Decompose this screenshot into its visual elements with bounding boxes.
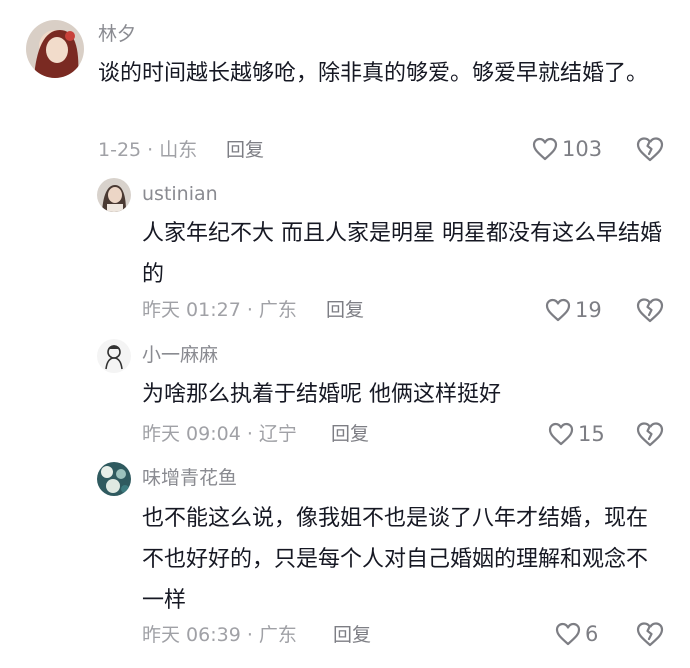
- reply-button[interactable]: 回复: [226, 138, 264, 162]
- like-button[interactable]: 103: [532, 137, 602, 161]
- dislike-button[interactable]: [636, 136, 664, 162]
- dislike-button[interactable]: [636, 621, 664, 647]
- reply-text: 为啥那么执着于结婚呢 他俩这样挺好: [142, 382, 501, 407]
- heart-outline-icon: [548, 422, 574, 446]
- heart-outline-icon: [532, 137, 558, 161]
- reply-text: 人家年纪不大 而且人家是明星 明星都没有这么早结婚的: [142, 221, 662, 287]
- broken-heart-icon: [636, 422, 664, 447]
- like-button[interactable]: 15: [548, 422, 605, 446]
- avatar-photo-red-hair-icon: [26, 20, 84, 78]
- heart-outline-icon: [555, 622, 581, 646]
- reply-date-location: 昨天 09:04 · 辽宁: [142, 423, 297, 445]
- avatar-photo-girl-icon: [97, 178, 131, 212]
- comment-username[interactable]: 林夕: [98, 23, 136, 45]
- reply-button[interactable]: 回复: [326, 298, 364, 322]
- avatar-teal-pattern-icon: [97, 462, 131, 496]
- reply-date-location: 昨天 01:27 · 广东: [142, 299, 297, 321]
- avatar-sketch-icon: [97, 339, 131, 373]
- like-count: 103: [562, 137, 603, 161]
- heart-outline-icon: [545, 298, 571, 322]
- reply-text: 也不能这么说，像我姐不也是谈了八年才结婚，现在不也好好的，只是每个人对自己婚姻的…: [142, 506, 649, 613]
- like-count: 19: [575, 298, 602, 322]
- reply-button[interactable]: 回复: [333, 623, 371, 647]
- like-count: 6: [585, 622, 599, 646]
- like-button[interactable]: 19: [545, 298, 602, 322]
- avatar[interactable]: [97, 462, 131, 496]
- reply-date-location: 昨天 06:39 · 广东: [142, 624, 297, 646]
- broken-heart-icon: [636, 298, 664, 323]
- broken-heart-icon: [636, 622, 664, 647]
- like-count: 15: [578, 422, 605, 446]
- avatar[interactable]: [97, 339, 131, 373]
- comment-text: 谈的时间越长越够呛，除非真的够爱。够爱早就结婚了。: [98, 61, 649, 86]
- dislike-button[interactable]: [636, 421, 664, 447]
- reply-username[interactable]: 小一麻麻: [142, 344, 218, 366]
- broken-heart-icon: [636, 137, 664, 162]
- avatar[interactable]: [97, 178, 131, 212]
- like-button[interactable]: 6: [555, 622, 598, 646]
- reply-username[interactable]: ustinian: [142, 183, 218, 205]
- comment-date-location: 1-25 · 山东: [98, 139, 198, 161]
- avatar[interactable]: [26, 20, 84, 78]
- reply-username[interactable]: 味增青花鱼: [142, 467, 237, 489]
- dislike-button[interactable]: [636, 297, 664, 323]
- reply-button[interactable]: 回复: [331, 422, 369, 446]
